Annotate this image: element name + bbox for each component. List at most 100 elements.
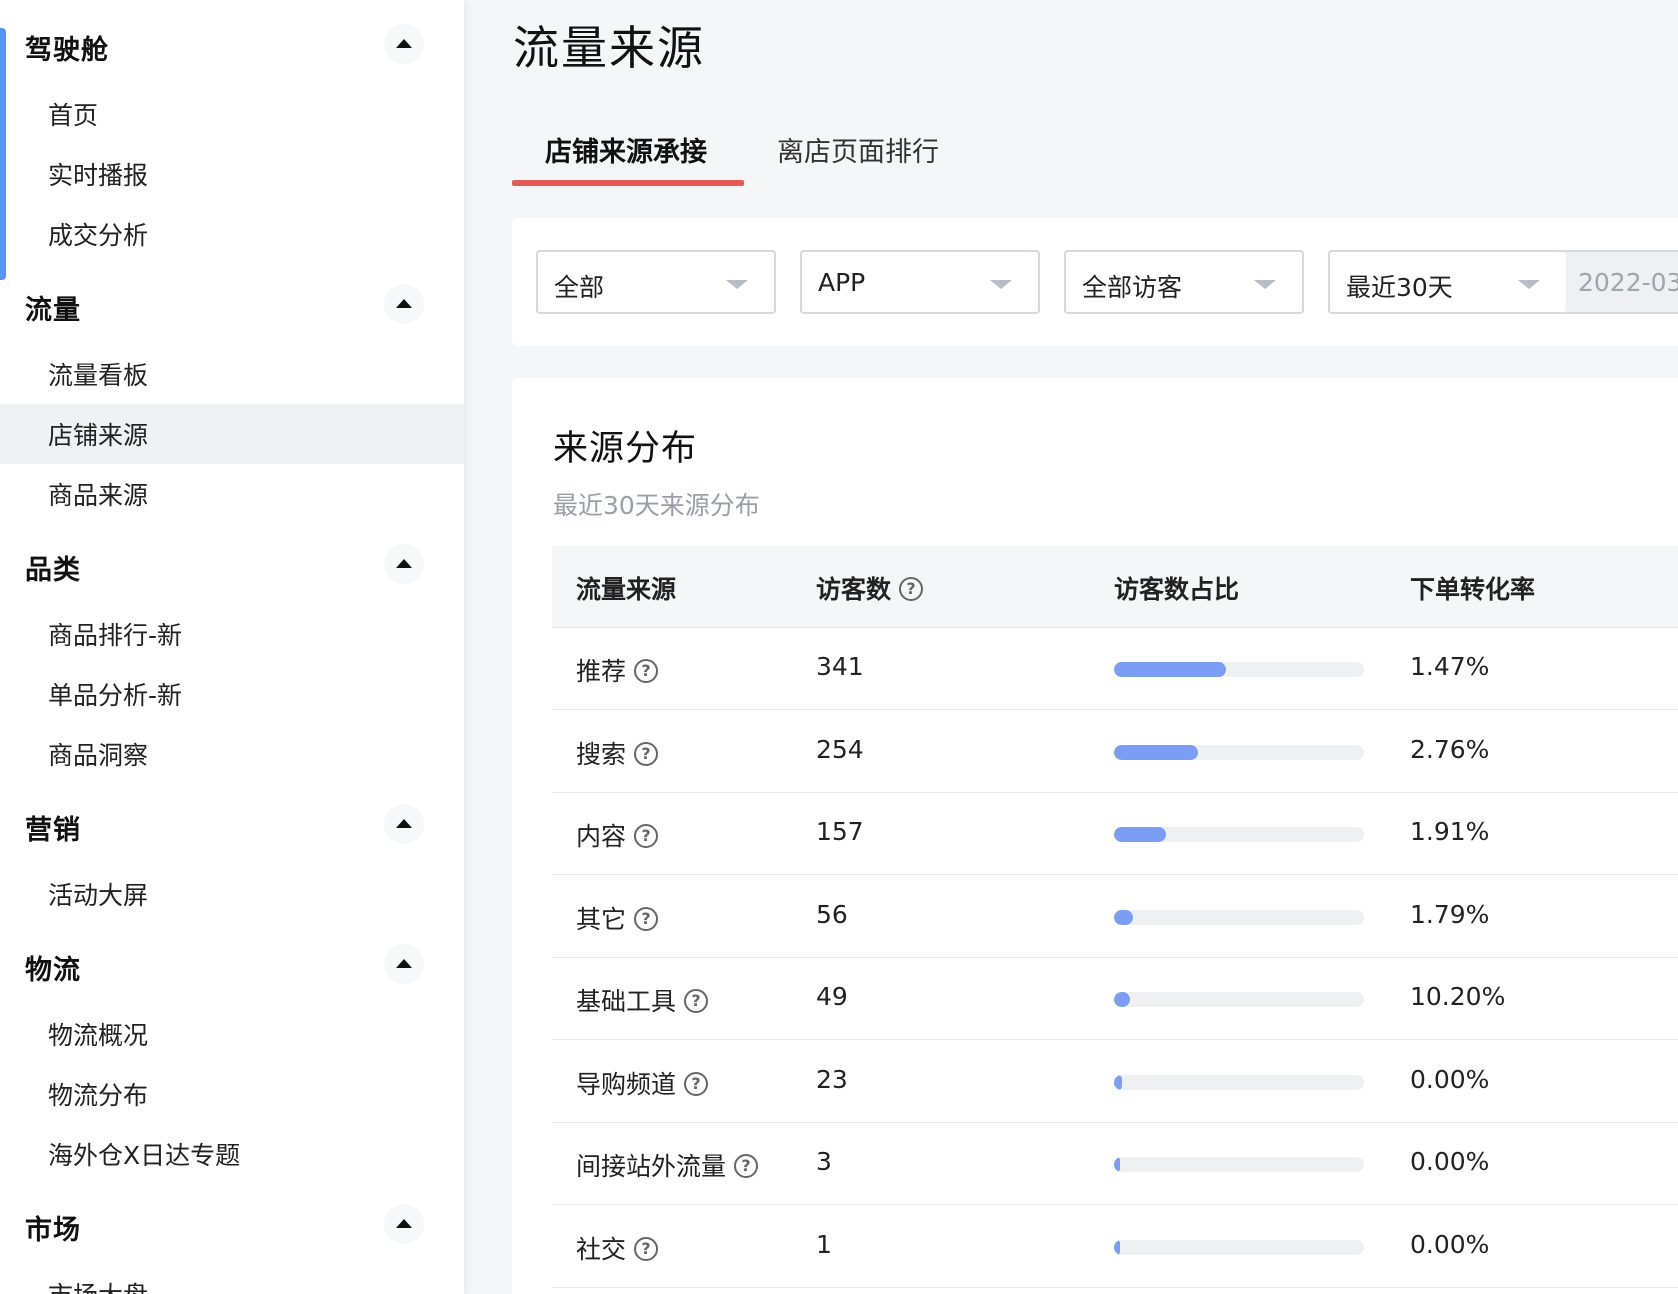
sidebar-item-label: 活动大屏 <box>48 881 149 910</box>
question-circle-icon[interactable]: ? <box>634 906 659 931</box>
sidebar-item-label: 市场大盘 <box>48 1276 148 1294</box>
source-label: 间接站外流量 <box>576 1152 727 1181</box>
caret-down-icon <box>726 280 748 289</box>
select-date-range[interactable]: 最近30天 <box>1328 250 1568 314</box>
sidebar-item-label: 物流分布 <box>48 1081 149 1110</box>
sidebar-group-title: 市场 <box>25 1215 81 1246</box>
share-bar-fill <box>1114 992 1131 1007</box>
select-platform[interactable]: APP <box>800 250 1040 314</box>
source-distribution-card: 来源分布 最近30天来源分布 流量来源 访客数? 访客数占比 下单转化率 推荐?… <box>512 378 1678 1294</box>
sidebar-group-market[interactable]: 市场 <box>0 1204 464 1246</box>
select-value: 全部 <box>554 273 605 302</box>
column-header-label: 访客数 <box>816 575 892 604</box>
source-label: 搜索 <box>576 739 627 769</box>
date-text: 2022-03- <box>1578 268 1678 297</box>
tab-store-source[interactable]: 店铺来源承接 <box>545 130 707 169</box>
sidebar-item-overseas-warehouse[interactable]: 海外仓X日达专题 <box>0 1124 464 1184</box>
sidebar-item-realtime[interactable]: 实时播报 <box>0 144 464 204</box>
question-circle-icon[interactable]: ? <box>899 577 924 601</box>
sidebar-group-logistics[interactable]: 物流 <box>0 944 464 986</box>
caret-up-icon[interactable] <box>384 24 424 64</box>
cell-source: 社交? <box>576 1230 659 1266</box>
sidebar-item-deal-analysis[interactable]: 成交分析 <box>0 204 464 264</box>
sidebar-group-marketing[interactable]: 营销 <box>0 804 464 846</box>
question-circle-icon[interactable]: ? <box>634 741 659 766</box>
table-row: 内容? 157 1.91% <box>552 793 1678 875</box>
cell-visitors: 254 <box>816 734 864 764</box>
question-circle-icon[interactable]: ? <box>634 659 659 683</box>
cell-conversion-rate: 2.76% <box>1410 734 1490 764</box>
table-row: 社交? 1 0.00% <box>552 1206 1678 1288</box>
question-circle-icon[interactable]: ? <box>634 824 659 848</box>
select-visitor-type[interactable]: 全部访客 <box>1064 250 1304 314</box>
card-title: 来源分布 <box>553 429 698 469</box>
caret-up-icon[interactable] <box>384 544 424 584</box>
tab-exit-page-ranking[interactable]: 离店页面排行 <box>777 130 939 169</box>
sidebar-item-label: 店铺来源 <box>48 421 149 450</box>
question-circle-icon[interactable]: ? <box>734 1154 759 1178</box>
table-row: 推荐? 341 1.47% <box>552 628 1678 710</box>
sidebar-group-title: 品类 <box>25 555 81 586</box>
select-scope[interactable]: 全部 <box>536 250 776 314</box>
cell-source: 推荐? <box>576 652 659 688</box>
caret-down-icon <box>1518 280 1540 289</box>
question-circle-icon[interactable]: ? <box>634 1236 659 1261</box>
source-label: 社交 <box>576 1234 627 1264</box>
cell-conversion-rate: 1.79% <box>1410 899 1490 929</box>
sidebar-group-title: 物流 <box>25 955 81 986</box>
caret-up-icon[interactable] <box>384 804 424 844</box>
page-title: 流量来源 <box>513 21 705 75</box>
sidebar-item-product-source[interactable]: 商品来源 <box>0 464 464 524</box>
question-circle-icon[interactable]: ? <box>684 1071 709 1096</box>
sidebar-item-product-insight[interactable]: 商品洞察 <box>0 724 464 784</box>
select-value: APP <box>818 268 866 297</box>
sidebar-group-category[interactable]: 品类 <box>0 544 464 586</box>
sidebar-group-cockpit[interactable]: 驾驶舱 <box>0 24 464 66</box>
cell-source: 导购频道? <box>576 1065 709 1101</box>
share-bar-fill <box>1114 1239 1120 1255</box>
cell-source: 内容? <box>576 817 659 853</box>
table-row: 其它? 56 1.79% <box>552 876 1678 958</box>
table-row: 间接站外流量? 3 0.00% <box>552 1123 1678 1205</box>
filter-bar: 全部 APP 全部访客 最近30天 2022-03- <box>512 218 1678 346</box>
sidebar-item-home[interactable]: 首页 <box>0 84 464 144</box>
sidebar-item-product-ranking[interactable]: 商品排行-新 <box>0 604 464 664</box>
source-label: 推荐 <box>576 657 627 686</box>
cell-visitors: 341 <box>816 652 864 681</box>
sidebar-item-logistics-overview[interactable]: 物流概况 <box>0 1004 464 1064</box>
sidebar-item-logistics-distribution[interactable]: 物流分布 <box>0 1064 464 1124</box>
caret-down-icon <box>990 280 1012 289</box>
share-bar-fill <box>1114 1157 1120 1172</box>
sidebar-item-traffic-board[interactable]: 流量看板 <box>0 344 464 404</box>
sidebar-group-traffic[interactable]: 流量 <box>0 284 464 326</box>
caret-down-icon <box>1254 280 1276 289</box>
cell-conversion-rate: 1.47% <box>1410 652 1490 681</box>
caret-up-icon[interactable] <box>384 1204 424 1244</box>
cell-conversion-rate: 0.00% <box>1410 1229 1490 1259</box>
cell-source: 其它? <box>576 900 659 936</box>
sidebar-item-single-analysis[interactable]: 单品分析-新 <box>0 664 464 724</box>
sidebar-item-label: 实时播报 <box>48 161 149 190</box>
sidebar-item-market-overview[interactable]: 市场大盘 <box>0 1264 464 1294</box>
share-bar-fill <box>1114 744 1198 760</box>
share-bar-track <box>1114 744 1364 760</box>
date-picker[interactable]: 2022-03- <box>1566 250 1678 314</box>
sidebar-item-label: 物流概况 <box>48 1021 149 1050</box>
share-bar-fill <box>1114 1074 1122 1090</box>
sidebar-item-label: 成交分析 <box>48 221 149 250</box>
table-header: 流量来源 访客数? 访客数占比 下单转化率 <box>552 546 1678 628</box>
cell-visitors: 56 <box>816 899 848 929</box>
cell-conversion-rate: 1.91% <box>1410 817 1490 846</box>
share-bar-track <box>1114 662 1364 677</box>
question-circle-icon[interactable]: ? <box>684 989 709 1013</box>
caret-up-icon[interactable] <box>384 944 424 984</box>
caret-up-icon[interactable] <box>384 284 424 324</box>
column-header-visitors: 访客数? <box>816 570 924 606</box>
sidebar-item-label: 商品来源 <box>48 481 149 510</box>
sidebar-item-campaign-screen[interactable]: 活动大屏 <box>0 864 464 924</box>
sidebar-item-store-source[interactable]: 店铺来源 <box>0 404 464 464</box>
share-bar-fill <box>1114 909 1133 925</box>
sidebar-item-label: 商品排行-新 <box>48 621 183 650</box>
cell-conversion-rate: 0.00% <box>1410 1147 1490 1176</box>
cell-source: 间接站外流量? <box>576 1147 759 1183</box>
